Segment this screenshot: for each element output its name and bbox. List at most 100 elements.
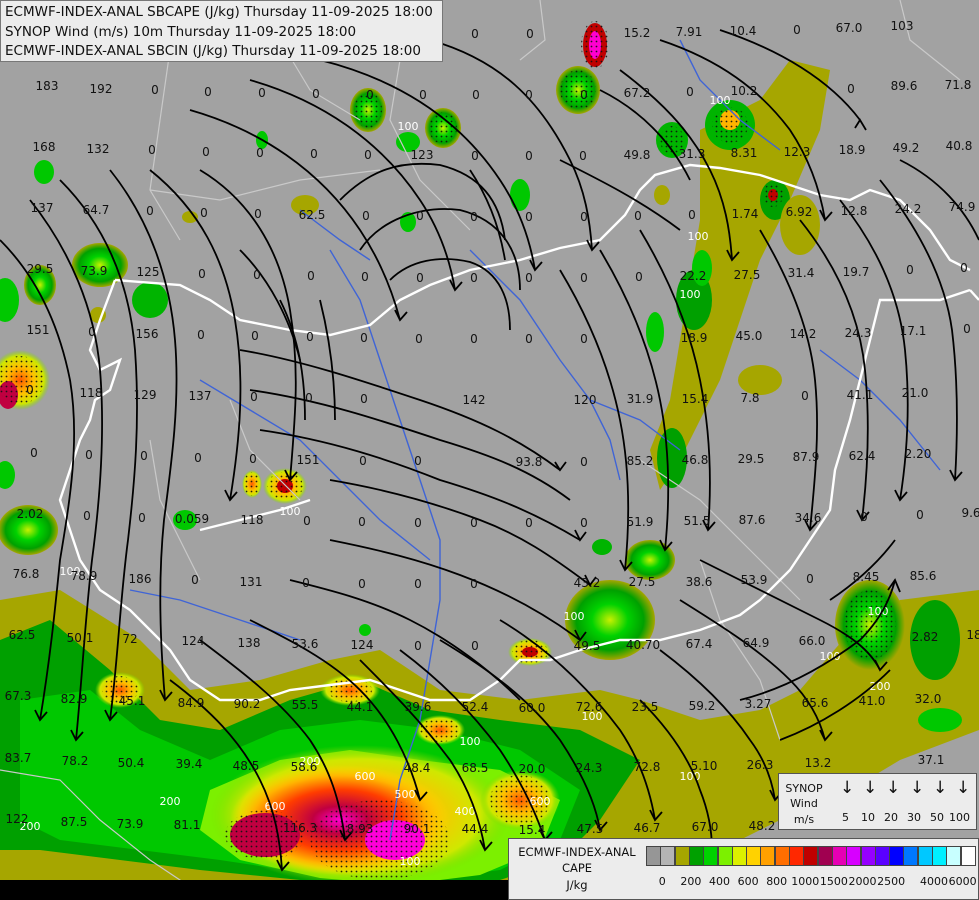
cin-value-label: 0 [362,209,370,223]
cin-value-label: 39.6 [405,700,432,714]
cape-color-swatch [789,846,804,866]
cin-value-label: 0 [580,455,588,469]
cin-value-label: 5.10 [691,759,718,773]
cape-contour-label: 600 [355,770,376,783]
cin-value-label: 0 [256,146,264,160]
cin-value-label: 85.6 [910,569,937,583]
cin-value-label: 132 [87,142,110,156]
cin-value-label: 0 [525,88,533,102]
cin-value-label: 0 [258,86,266,100]
cin-value-label: 0 [471,27,479,41]
cape-color-swatch [731,846,747,866]
cin-value-label: 0 [472,88,480,102]
cin-value-label: 0 [249,452,257,466]
cin-value-label: 34.6 [795,511,822,525]
cin-value-label: 0 [191,573,199,587]
cin-value-label: 64.7 [83,203,110,217]
wind-arrow-icon: ↓ [933,778,948,798]
cin-value-label: 14.2 [790,327,817,341]
cin-value-label: 50.4 [118,756,145,770]
cin-value-label: 0 [416,271,424,285]
cin-value-label: 0 [360,392,368,406]
cin-value-label: 0 [860,510,868,524]
cin-value-label: 50.1 [67,631,94,645]
cin-value-label: 103 [891,19,914,33]
cin-value-label: 53.9 [741,573,768,587]
cin-value-label: 53.6 [292,637,319,651]
cin-value-label: 0 [960,261,968,275]
cape-color-swatch [746,846,762,866]
cape-color-swatch [774,846,790,866]
cin-value-label: 51.5 [684,514,711,528]
cape-contour-label: 200 [160,795,181,808]
cin-value-label: 49.5 [574,639,601,653]
cin-value-label: 0 [525,210,533,224]
cin-value-label: 142 [463,393,486,407]
wind-speed-label: 10 [861,811,875,824]
cin-value-label: 0 [526,27,534,41]
cin-value-label: 59.2 [689,699,716,713]
cin-value-label: 118 [80,386,103,400]
cape-color-swatch [889,846,905,866]
wind-speed-label: 100 [949,811,970,824]
cin-value-label: 0 [310,147,318,161]
cape-color-swatch [760,846,776,866]
cape-color-swatch [946,846,962,866]
cin-value-label: 72.6 [576,700,603,714]
cin-value-label: 0 [906,263,914,277]
cin-value-label: 168 [33,140,56,154]
cin-value-label: 49.2 [893,141,920,155]
cin-value-label: 3.27 [745,697,772,711]
cin-value-label: 0 [471,639,479,653]
cin-value-label: 0 [83,509,91,523]
cin-value-label: 123 [411,148,434,162]
cin-value-label: 87.5 [61,815,88,829]
cape-legend-tick: 400 [709,875,730,888]
cin-value-label: 0 [358,515,366,529]
cin-value-label: 0 [525,332,533,346]
cin-value-label: 2.20 [905,447,932,461]
cin-value-label: 0 [579,149,587,163]
cin-value-label: 137 [31,201,54,215]
cin-value-label: 0 [361,270,369,284]
cin-value-label: 0 [580,516,588,530]
cin-value-label: 18.9 [839,143,866,157]
cin-value-label: 67.0 [692,820,719,834]
cin-value-label: 0 [138,511,146,525]
cin-value-label: 0 [414,454,422,468]
cape-color-swatch [831,846,847,866]
cin-value-label: 15.2 [624,26,651,40]
cape-contour-label: 600 [530,795,551,808]
cin-value-label: 0 [202,145,210,159]
cin-value-label: 0 [470,271,478,285]
cin-value-label: 48.4 [404,761,431,775]
cin-value-label: 131 [240,575,263,589]
cin-value-label: 76.8 [13,567,40,581]
cin-value-label: 18 [966,628,979,642]
cin-value-label: 87.6 [739,513,766,527]
cin-value-label: 89.6 [891,79,918,93]
cin-value-label: 0 [360,331,368,345]
cape-legend-tick: 200 [680,875,702,888]
wind-arrow-icon: ↓ [886,778,901,798]
cin-value-label: 71.8 [945,78,972,92]
cin-value-label: 0 [414,639,422,653]
cin-value-label: 8.45 [853,570,880,584]
wind-arrow-icon: ↓ [840,778,855,798]
cin-value-label: 19.7 [843,265,870,279]
cape-legend-tick: 4000 [920,875,948,888]
cin-value-label: 49.8 [624,148,651,162]
cin-value-label: 0 [250,390,258,404]
cin-value-label: 0 [26,383,34,397]
cin-value-label: 116.3 [283,821,317,835]
cin-value-label: 46.8 [682,453,709,467]
cin-value-label: 186 [129,572,152,586]
cin-value-label: 90.2 [234,697,261,711]
cin-value-label: 68.5 [462,761,489,775]
cin-value-label: 151 [27,323,50,337]
cin-value-label: 0 [580,210,588,224]
cin-value-label: 44.4 [462,822,489,836]
cape-color-swatch [688,846,704,866]
cin-value-label: 39.4 [176,757,203,771]
cin-value-label: 24.3 [576,761,603,775]
